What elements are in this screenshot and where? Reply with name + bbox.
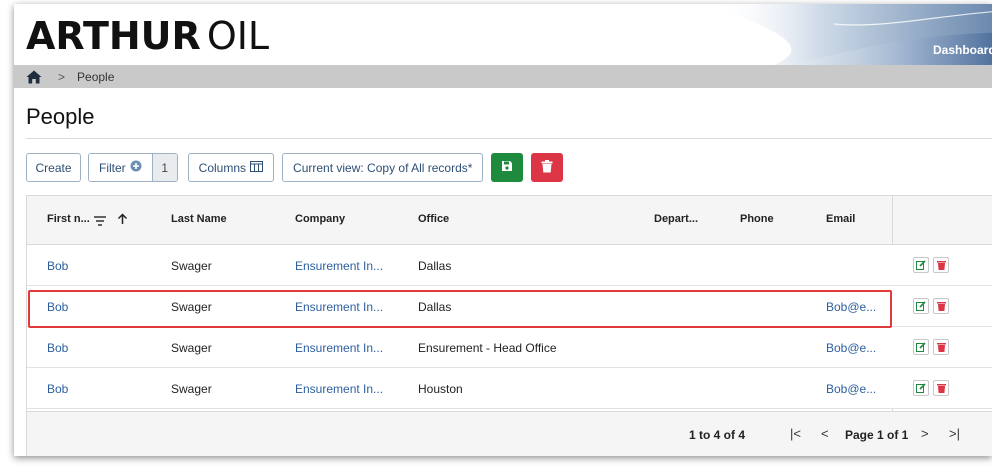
logo-light-text: OIL	[206, 14, 270, 58]
page-indicator: Page 1 of 1	[845, 428, 909, 442]
edit-icon	[916, 342, 926, 352]
trash-icon	[936, 302, 946, 311]
cell-first-name[interactable]: Bob	[47, 341, 68, 355]
column-header-last-name[interactable]: Last Name	[171, 213, 227, 225]
cell-first-name[interactable]: Bob	[47, 382, 68, 396]
delete-row-button[interactable]	[933, 339, 949, 355]
row-actions	[913, 339, 953, 355]
trash-icon	[936, 384, 946, 393]
cell-company[interactable]: Ensurement In...	[295, 300, 383, 314]
delete-row-button[interactable]	[933, 257, 949, 273]
columns-icon	[250, 160, 264, 175]
next-page-button[interactable]: >	[921, 426, 929, 441]
column-header-email[interactable]: Email	[826, 213, 855, 225]
logo-bold-text: ARTHUR	[26, 14, 201, 58]
filter-count-badge: 1	[152, 154, 177, 181]
edit-row-button[interactable]	[913, 339, 929, 355]
create-button[interactable]: Create	[26, 153, 81, 182]
save-view-button[interactable]	[491, 153, 524, 182]
columns-label: Columns	[198, 160, 247, 175]
cell-email[interactable]: Bob@e...	[826, 382, 876, 396]
cell-company[interactable]: Ensurement In...	[295, 382, 383, 396]
cell-last-name: Swager	[171, 300, 212, 314]
cell-office: Houston	[418, 382, 463, 396]
cell-company[interactable]: Ensurement In...	[295, 259, 383, 273]
cell-office: Ensurement - Head Office	[418, 341, 557, 355]
delete-row-button[interactable]	[933, 380, 949, 396]
cell-first-name[interactable]: Bob	[47, 259, 68, 273]
cell-last-name: Swager	[171, 341, 212, 355]
column-header-department[interactable]: Depart...	[654, 213, 698, 225]
delete-row-button[interactable]	[933, 298, 949, 314]
trash-icon	[541, 159, 553, 176]
brand-logo[interactable]: ARTHUR OIL	[26, 16, 269, 56]
cell-office: Dallas	[418, 300, 452, 314]
table-row[interactable]: Bob Swager Ensurement In... Houston Bob@…	[27, 368, 992, 409]
pagination-bar: 1 to 4 of 4 |< < Page 1 of 1 > >|	[27, 411, 992, 456]
title-divider	[26, 138, 992, 139]
trash-icon	[936, 261, 946, 270]
filter-button[interactable]: Filter	[89, 154, 153, 181]
floppy-disk-icon	[501, 160, 513, 175]
cell-email[interactable]: Bob@e...	[826, 341, 876, 355]
last-page-button[interactable]: >|	[949, 426, 960, 441]
cell-first-name[interactable]: Bob	[47, 300, 68, 314]
filter-button-group: Filter 1	[88, 153, 178, 182]
column-header-office[interactable]: Office	[418, 213, 449, 225]
first-page-button[interactable]: |<	[790, 426, 801, 441]
edit-row-button[interactable]	[913, 257, 929, 273]
current-view-button[interactable]: Current view: Copy of All records*	[282, 153, 484, 182]
previous-page-button[interactable]: <	[821, 426, 829, 441]
pagination-summary: 1 to 4 of 4	[689, 428, 746, 442]
edit-icon	[916, 301, 926, 311]
trash-icon	[936, 343, 946, 352]
row-actions	[913, 298, 953, 314]
row-actions	[913, 380, 953, 396]
edit-row-button[interactable]	[913, 298, 929, 314]
breadcrumb: > People	[14, 65, 992, 88]
grid-header-row: First n... Last Name Company Office Depa…	[27, 196, 992, 245]
cell-company[interactable]: Ensurement In...	[295, 341, 383, 355]
column-header-first-name[interactable]: First n...	[47, 213, 90, 225]
cell-last-name: Swager	[171, 259, 212, 273]
app-window: ARTHUR OIL Dashboard > People People Cre…	[14, 4, 992, 456]
table-row[interactable]: Bob Swager Ensurement In... Dallas	[27, 245, 992, 286]
page-title: People	[26, 104, 95, 129]
column-menu-icon[interactable]	[94, 213, 106, 231]
people-grid: First n... Last Name Company Office Depa…	[26, 195, 992, 456]
row-actions	[913, 257, 953, 273]
breadcrumb-separator: >	[58, 69, 66, 84]
edit-row-button[interactable]	[913, 380, 929, 396]
table-row[interactable]: Bob Swager Ensurement In... Dallas Bob@e…	[27, 286, 992, 327]
filter-label: Filter	[99, 160, 126, 175]
column-header-company[interactable]: Company	[295, 213, 345, 225]
delete-view-button[interactable]	[531, 153, 564, 182]
sort-ascending-icon[interactable]	[117, 212, 128, 230]
edit-icon	[916, 260, 926, 270]
table-row[interactable]: Bob Swager Ensurement In... Ensurement -…	[27, 327, 992, 368]
columns-button[interactable]: Columns	[187, 153, 275, 182]
breadcrumb-current: People	[77, 69, 115, 84]
column-header-phone[interactable]: Phone	[740, 213, 774, 225]
cell-email[interactable]: Bob@e...	[826, 300, 876, 314]
dashboard-link[interactable]: Dashboard	[933, 43, 992, 57]
home-icon[interactable]	[26, 70, 42, 84]
cell-last-name: Swager	[171, 382, 212, 396]
cell-office: Dallas	[418, 259, 452, 273]
plus-circle-icon	[130, 160, 142, 175]
edit-icon	[916, 383, 926, 393]
app-header: ARTHUR OIL Dashboard	[14, 4, 992, 65]
grid-toolbar: Create Filter 1 Columns Current view: Co…	[26, 153, 564, 182]
